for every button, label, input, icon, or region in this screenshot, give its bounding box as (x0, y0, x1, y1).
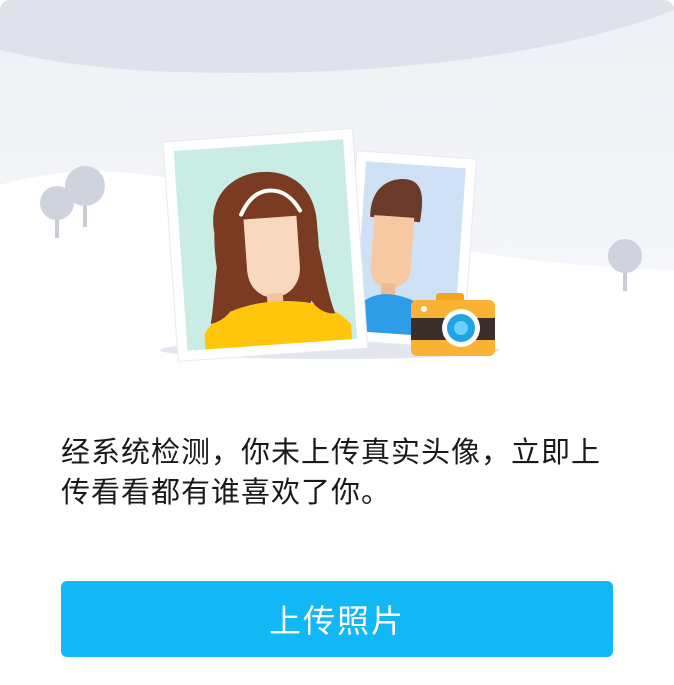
upload-avatar-dialog: 经系统检测，你未上传真实头像，立即上传看看都有谁喜欢了你。 上传照片 (0, 0, 674, 685)
hero-illustration (0, 0, 674, 370)
camera-icon (411, 293, 495, 356)
upload-photo-button[interactable]: 上传照片 (61, 581, 613, 657)
dialog-message: 经系统检测，你未上传真实头像，立即上传看看都有谁喜欢了你。 (61, 435, 602, 509)
girl-photo (162, 128, 369, 362)
